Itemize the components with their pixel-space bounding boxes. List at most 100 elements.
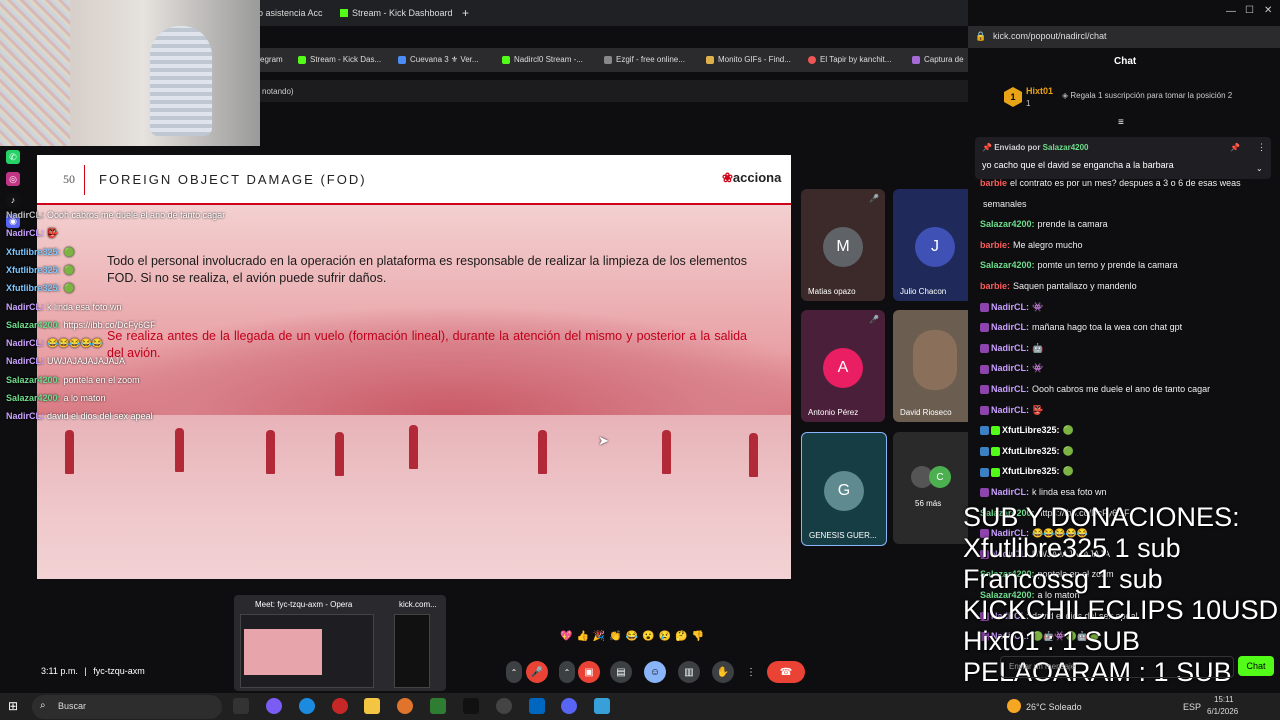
- chevron-down-icon[interactable]: ⌄: [1256, 164, 1263, 173]
- new-tab-button[interactable]: +: [462, 4, 469, 22]
- chat-title: Chat: [1114, 56, 1137, 67]
- overlay-chat-line: Xfutlibre325: 🟢: [6, 265, 75, 276]
- top-gifter-name[interactable]: Hixt01: [1026, 86, 1053, 96]
- chat-message: semanales: [980, 199, 1027, 209]
- bookmark-el-tapir[interactable]: El Tapir by kanchit...: [808, 55, 891, 64]
- tab-asistencia[interactable]: o asistencia Acc: [258, 4, 323, 22]
- copilot-icon[interactable]: [266, 698, 282, 714]
- reaction-emoji[interactable]: 👏: [609, 631, 621, 642]
- bookmark-kick-dashboard[interactable]: Stream - Kick Das...: [298, 55, 381, 64]
- overlay-chat-line: Salazar4200: a lo maton: [6, 393, 106, 403]
- captions-button[interactable]: ▤: [610, 661, 632, 683]
- bookmark-cuevana[interactable]: Cuevana 3 ⚜ Ver...: [398, 55, 479, 64]
- bookmark-label: Captura de: [924, 55, 964, 64]
- brave-icon[interactable]: [397, 698, 413, 714]
- language-indicator[interactable]: ESP: [1183, 702, 1201, 712]
- chat-username[interactable]: XfutLibre325:: [1002, 425, 1060, 435]
- participant-name: Julio Chacon: [900, 287, 947, 296]
- reaction-emoji[interactable]: 🎉: [593, 631, 605, 642]
- weather-text[interactable]: 26°C Soleado: [1026, 702, 1082, 712]
- maximize-icon[interactable]: ☐: [1245, 5, 1254, 16]
- store-icon[interactable]: [529, 698, 545, 714]
- chat-username[interactable]: NadirCL:: [991, 487, 1029, 497]
- broadcaster-badge-icon: [980, 405, 989, 415]
- participant-tile[interactable]: M Matias opazo 🎤: [801, 189, 885, 301]
- chat-send-button[interactable]: Chat: [1238, 656, 1274, 676]
- preview-title-kick[interactable]: kick.com...: [399, 600, 437, 609]
- pinned-menu-icon[interactable]: ⋮: [1257, 142, 1266, 153]
- chat-username[interactable]: NadirCL:: [991, 405, 1029, 415]
- leave-call-button[interactable]: ☎: [767, 661, 805, 683]
- reaction-emoji[interactable]: 😢: [659, 631, 671, 642]
- chat-input-placeholder: Enviar un mensaje: [1009, 662, 1076, 671]
- reaction-emoji[interactable]: 🤔: [675, 631, 687, 642]
- emoji-button[interactable]: ☺: [644, 661, 666, 683]
- tab-kick-dashboard[interactable]: Stream - Kick Dashboard: [340, 4, 453, 22]
- raise-hand-icon[interactable]: ✋: [712, 661, 734, 683]
- chat-username[interactable]: NadirCL:: [991, 322, 1029, 332]
- chat-username[interactable]: XfutLibre325:: [1002, 446, 1060, 456]
- discord-taskbar-icon[interactable]: [561, 698, 577, 714]
- overlay-chat-text: 🟢: [63, 264, 75, 275]
- bookmark-monito-gifs[interactable]: Monito GIFs - Find...: [706, 55, 791, 64]
- reaction-emoji[interactable]: 👍: [576, 631, 588, 642]
- mic-options-button[interactable]: ⌃: [506, 661, 522, 683]
- clock-date[interactable]: 6/1/2026: [1207, 707, 1238, 716]
- chat-username[interactable]: NadirCL:: [991, 302, 1029, 312]
- task-view-icon[interactable]: [233, 698, 249, 714]
- camera-options-button[interactable]: ⌃: [559, 661, 575, 683]
- chat-input[interactable]: Enviar un mensaje: [1000, 656, 1234, 678]
- chat-username[interactable]: barbie:: [980, 240, 1010, 250]
- reaction-emoji[interactable]: 😮: [642, 631, 654, 642]
- worker-figure: [749, 433, 758, 477]
- reaction-emoji[interactable]: 😂: [626, 631, 638, 642]
- chat-username[interactable]: NadirCL:: [991, 384, 1029, 394]
- more-options-icon[interactable]: ⋮: [744, 661, 758, 683]
- app-icon[interactable]: [594, 698, 610, 714]
- taskbar-search[interactable]: ⌕ Buscar: [32, 695, 222, 719]
- chat-username[interactable]: NadirCL:: [991, 363, 1029, 373]
- chat-username[interactable]: NadirCL:: [991, 343, 1029, 353]
- preview-thumbnail-meet[interactable]: [240, 614, 374, 688]
- camera-off-icon[interactable]: ▣: [578, 661, 600, 683]
- bookmark-telegram[interactable]: egram: [260, 55, 283, 64]
- participant-tile[interactable]: G GENESIS GUER...: [801, 432, 887, 546]
- filter-icon[interactable]: ≡: [1118, 117, 1124, 128]
- close-icon[interactable]: ✕: [1264, 5, 1272, 16]
- windows-start-icon[interactable]: ⊞: [8, 699, 18, 713]
- chat-username[interactable]: barbie: [980, 178, 1007, 188]
- preview-thumbnail-kick[interactable]: [394, 614, 430, 688]
- epic-games-icon[interactable]: [463, 698, 479, 714]
- notepad-plus-icon[interactable]: [430, 698, 446, 714]
- url-text[interactable]: kick.com/popout/nadircl/chat: [993, 31, 1107, 41]
- obs-icon[interactable]: [496, 698, 512, 714]
- preview-slide: [244, 629, 322, 675]
- bookmark-ezgif[interactable]: Ezgif - free online...: [604, 55, 685, 64]
- chat-username[interactable]: XfutLibre325:: [1002, 466, 1060, 476]
- chat-username[interactable]: Salazar4200:: [980, 260, 1035, 270]
- opera-icon[interactable]: [332, 698, 348, 714]
- clock-time[interactable]: 15:11: [1214, 695, 1233, 704]
- reaction-emoji[interactable]: 💖: [560, 631, 572, 642]
- mic-off-icon[interactable]: 🎤: [526, 661, 548, 683]
- file-explorer-icon[interactable]: [364, 698, 380, 714]
- bookmark-nadircl-stream[interactable]: Nadircl0 Stream -...: [502, 55, 583, 64]
- gift-prompt[interactable]: ◈ Regala 1 suscripción para tomar la pos…: [1062, 91, 1232, 100]
- edge-icon[interactable]: [299, 698, 315, 714]
- participant-tile[interactable]: David Rioseco: [893, 310, 977, 422]
- chat-text: 👾: [1032, 363, 1044, 374]
- minimize-icon[interactable]: —: [1226, 6, 1236, 17]
- participant-tile[interactable]: A Antonio Pérez 🎤: [801, 310, 885, 422]
- pinned-author[interactable]: Salazar4200: [1043, 143, 1089, 152]
- reaction-emoji[interactable]: 👎: [692, 631, 704, 642]
- participant-name: 56 más: [915, 499, 942, 508]
- unpin-icon[interactable]: 📌: [1230, 143, 1240, 152]
- gift-badge-icon: [991, 467, 1000, 477]
- preview-title-meet[interactable]: Meet: fyc-tzqu-axm - Opera: [255, 600, 352, 609]
- chat-message: Salazar4200: pomte un terno y prende la c…: [980, 260, 1178, 270]
- chat-username[interactable]: Salazar4200:: [980, 219, 1035, 229]
- present-button[interactable]: ▥: [678, 661, 700, 683]
- chat-username[interactable]: barbie:: [980, 281, 1010, 291]
- participant-tile[interactable]: J Julio Chacon: [893, 189, 977, 301]
- bookmark-captura[interactable]: Captura de: [912, 55, 964, 64]
